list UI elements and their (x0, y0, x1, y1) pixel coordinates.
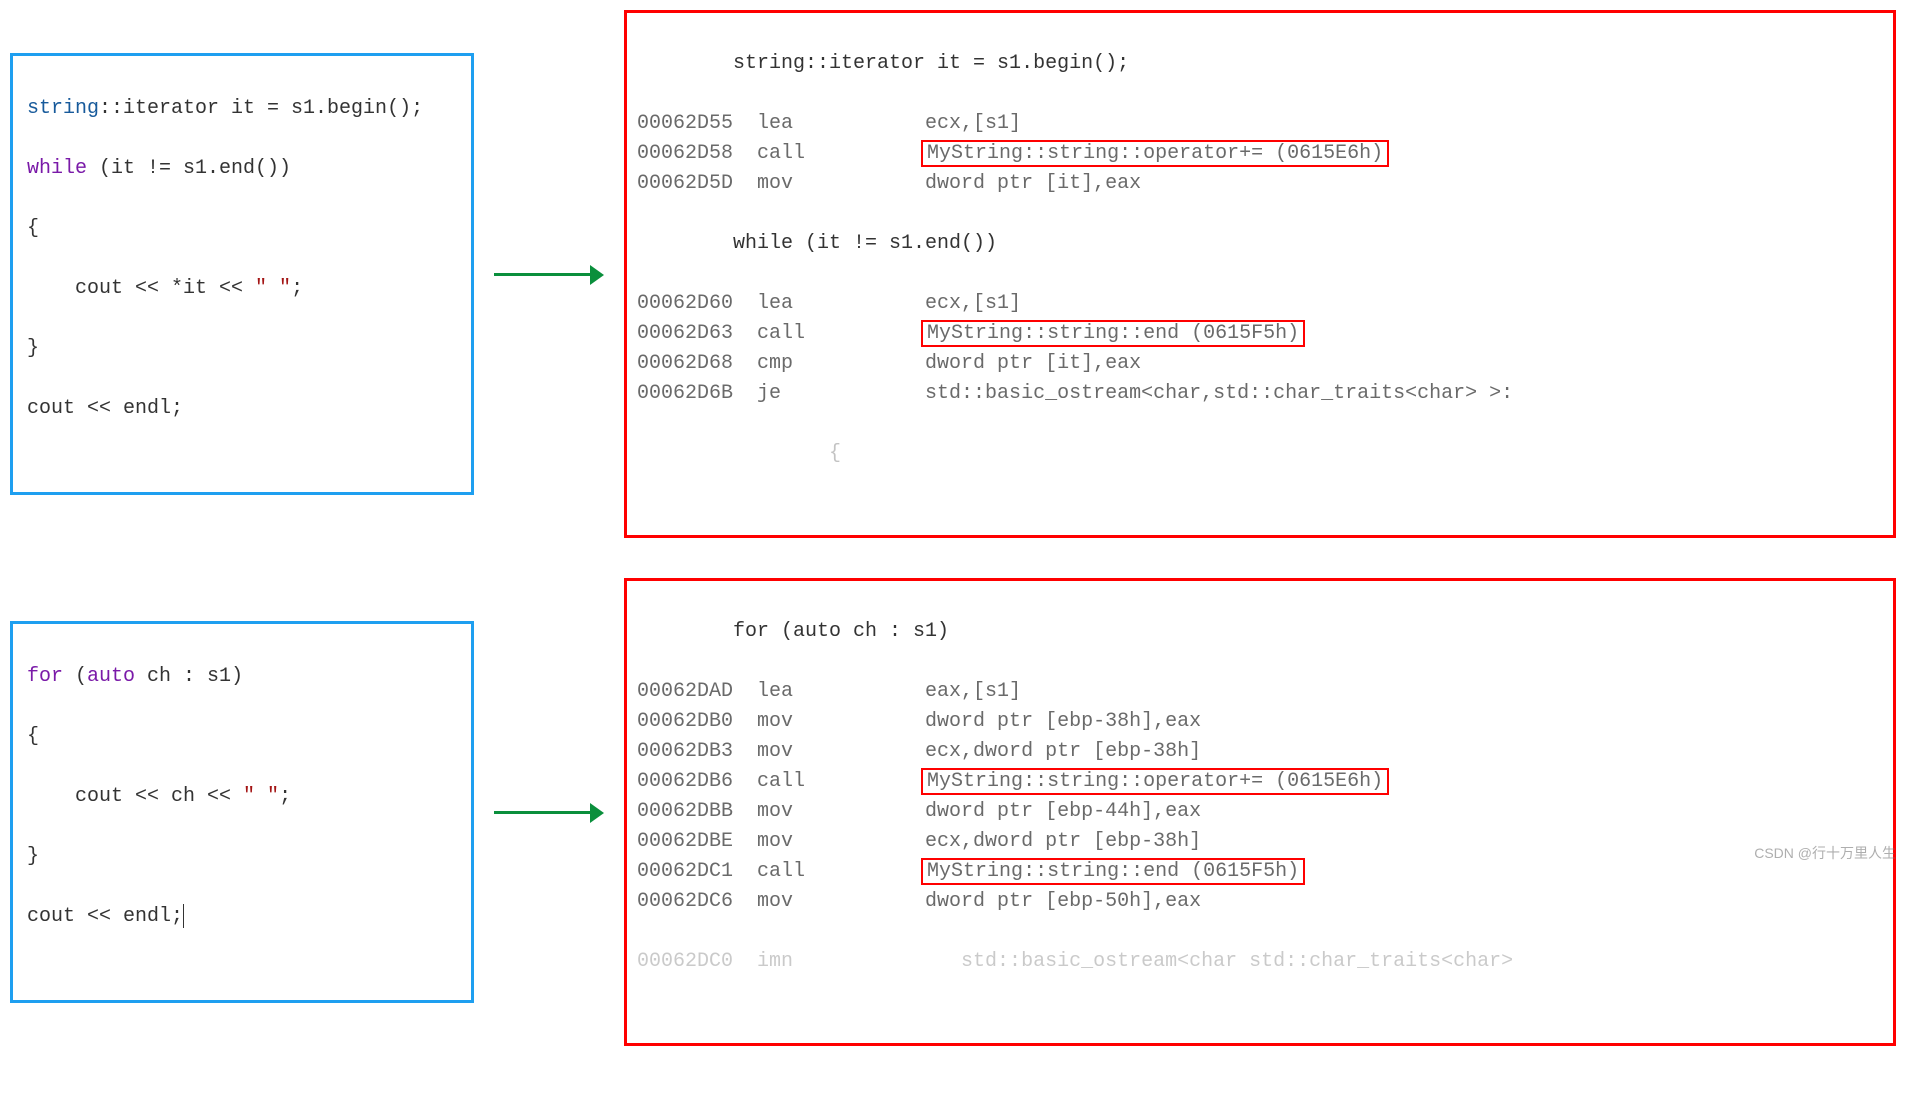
asm-source-line: while (it != s1.end()) (637, 229, 1883, 259)
arrow-icon (494, 269, 604, 279)
code-line: for (auto ch : s1) (27, 662, 457, 692)
asm-line: 00062D55 lea ecx,[s1] (637, 109, 1883, 139)
code-line: { (27, 214, 457, 244)
arrow-icon (494, 807, 604, 817)
watermark: CSDN @行十万里人生 (1754, 843, 1896, 864)
arrow-connector-2 (474, 807, 624, 817)
asm-highlight: MyString::string::operator+= (0615E6h) (921, 768, 1389, 795)
asm-lines: 00062D60 lea ecx,[s1]00062D63 call MyStr… (637, 289, 1883, 409)
asm-line: 00062D6B je std::basic_ostream<char,std:… (637, 379, 1883, 409)
asm-highlight: MyString::string::operator+= (0615E6h) (921, 140, 1389, 167)
disassembly-panel-1: string::iterator it = s1.begin(); 00062D… (624, 10, 1896, 538)
asm-line: 00062DB3 mov ecx,dword ptr [ebp-38h] (637, 737, 1883, 767)
asm-line: 00062DC1 call MyString::string::end (061… (637, 857, 1883, 887)
token-string: " " (243, 785, 279, 808)
asm-line: 00062D58 call MyString::string::operator… (637, 139, 1883, 169)
token-string: " " (255, 277, 291, 300)
code-line: string::iterator it = s1.begin(); (27, 94, 457, 124)
asm-line: 00062D68 cmp dword ptr [it],eax (637, 349, 1883, 379)
example-row-1: string::iterator it = s1.begin(); while … (10, 10, 1896, 538)
code-line: } (27, 334, 457, 364)
asm-highlight: MyString::string::end (0615F5h) (921, 320, 1305, 347)
code-line: { (27, 722, 457, 752)
code-line: cout << *it << " "; (27, 274, 457, 304)
disassembly-panel-2: for (auto ch : s1) 00062DAD lea eax,[s1]… (624, 578, 1896, 1046)
text-cursor (183, 904, 184, 928)
asm-source-line: for (auto ch : s1) (637, 617, 1883, 647)
asm-highlight: MyString::string::end (0615F5h) (921, 858, 1305, 885)
asm-line: 00062DB0 mov dword ptr [ebp-38h],eax (637, 707, 1883, 737)
asm-line: 00062D5D mov dword ptr [it],eax (637, 169, 1883, 199)
example-row-2: for (auto ch : s1) { cout << ch << " "; … (10, 578, 1896, 1046)
token-keyword: auto (87, 665, 135, 688)
code-line: cout << ch << " "; (27, 782, 457, 812)
arrow-connector-1 (474, 269, 624, 279)
source-code-box-1: string::iterator it = s1.begin(); while … (10, 53, 474, 495)
token-keyword: while (27, 157, 87, 180)
code-line: } (27, 842, 457, 872)
token-keyword: for (27, 665, 63, 688)
code-line: while (it != s1.end()) (27, 154, 457, 184)
asm-source-line: string::iterator it = s1.begin(); (637, 49, 1883, 79)
token-type: string (27, 97, 99, 120)
asm-lines: 00062D55 lea ecx,[s1]00062D58 call MyStr… (637, 109, 1883, 199)
code-line: cout << endl; (27, 902, 457, 932)
asm-line: 00062D60 lea ecx,[s1] (637, 289, 1883, 319)
asm-line: 00062DC6 mov dword ptr [ebp-50h],eax (637, 887, 1883, 917)
source-code-box-2: for (auto ch : s1) { cout << ch << " "; … (10, 621, 474, 1003)
asm-line-cut: 00062DC0 imn std::basic_ostream<char std… (637, 947, 1883, 977)
asm-line: 00062DBE mov ecx,dword ptr [ebp-38h] (637, 827, 1883, 857)
asm-line: 00062DAD lea eax,[s1] (637, 677, 1883, 707)
asm-lines: 00062DAD lea eax,[s1]00062DB0 mov dword … (637, 677, 1883, 917)
asm-line: 00062D63 call MyString::string::end (061… (637, 319, 1883, 349)
asm-line: 00062DB6 call MyString::string::operator… (637, 767, 1883, 797)
asm-line: 00062DBB mov dword ptr [ebp-44h],eax (637, 797, 1883, 827)
code-line: cout << endl; (27, 394, 457, 424)
asm-line-cut: { (637, 439, 1883, 469)
